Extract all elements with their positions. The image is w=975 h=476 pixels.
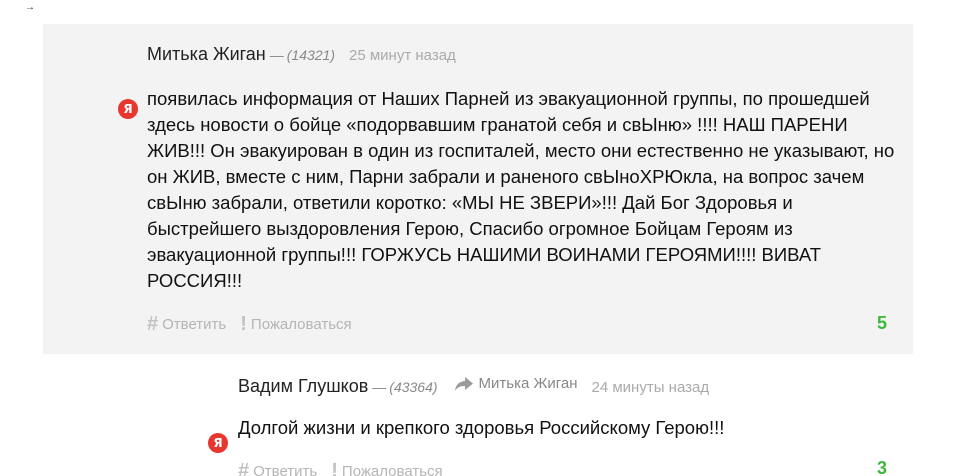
comment-text: Долгой жизни и крепкого здоровья Российс…	[238, 417, 725, 438]
reply-to-link[interactable]: Митька Жиган	[454, 375, 578, 392]
comment-time[interactable]: 24 минуты назад	[592, 379, 710, 396]
arrow-icon: →	[25, 2, 35, 13]
reply-comment-header: Вадим Глушков — (43364) Митька Жиган 24 …	[238, 375, 709, 397]
hash-icon: #	[238, 460, 250, 476]
author-dash: —	[269, 47, 284, 63]
comment-score: 5	[877, 313, 888, 333]
comment-actions: # Ответить ! Пожаловаться	[147, 313, 366, 336]
share-arrow-icon	[454, 376, 473, 391]
yandex-badge-icon: Я	[208, 433, 228, 453]
author-dash: —	[372, 378, 387, 395]
comments-page: → Митька Жиган — (14321) 25 минут назад …	[0, 0, 975, 476]
author-karma: (14321)	[286, 47, 336, 63]
exclamation-icon: !	[331, 460, 338, 476]
comment-time[interactable]: 25 минут назад	[349, 47, 456, 64]
yandex-badge-icon: Я	[118, 99, 138, 119]
reply-button[interactable]: # Ответить	[238, 460, 317, 476]
comment-text: появилась информация от Наших Парней из …	[147, 88, 895, 291]
author-karma: (43364)	[389, 378, 438, 395]
report-button[interactable]: ! Пожаловаться	[331, 460, 442, 476]
author-name[interactable]: Вадим Глушков	[238, 376, 368, 397]
comment-actions: # Ответить ! Пожаловаться	[238, 460, 457, 476]
report-label: Пожаловаться	[250, 316, 352, 333]
reply-label: Ответить	[253, 463, 318, 476]
exclamation-icon: !	[240, 313, 247, 335]
comment-score: 3	[877, 458, 888, 476]
report-button[interactable]: ! Пожаловаться	[240, 313, 351, 336]
reply-button[interactable]: # Ответить	[147, 313, 226, 336]
hash-icon: #	[147, 313, 159, 335]
author-name[interactable]: Митька Жиган	[147, 44, 266, 65]
report-label: Пожаловаться	[341, 463, 443, 476]
reply-label: Ответить	[162, 316, 227, 333]
comment-header: Митька Жиган — (14321) 25 минут назад	[147, 44, 456, 65]
reply-to-name: Митька Жиган	[478, 375, 578, 392]
